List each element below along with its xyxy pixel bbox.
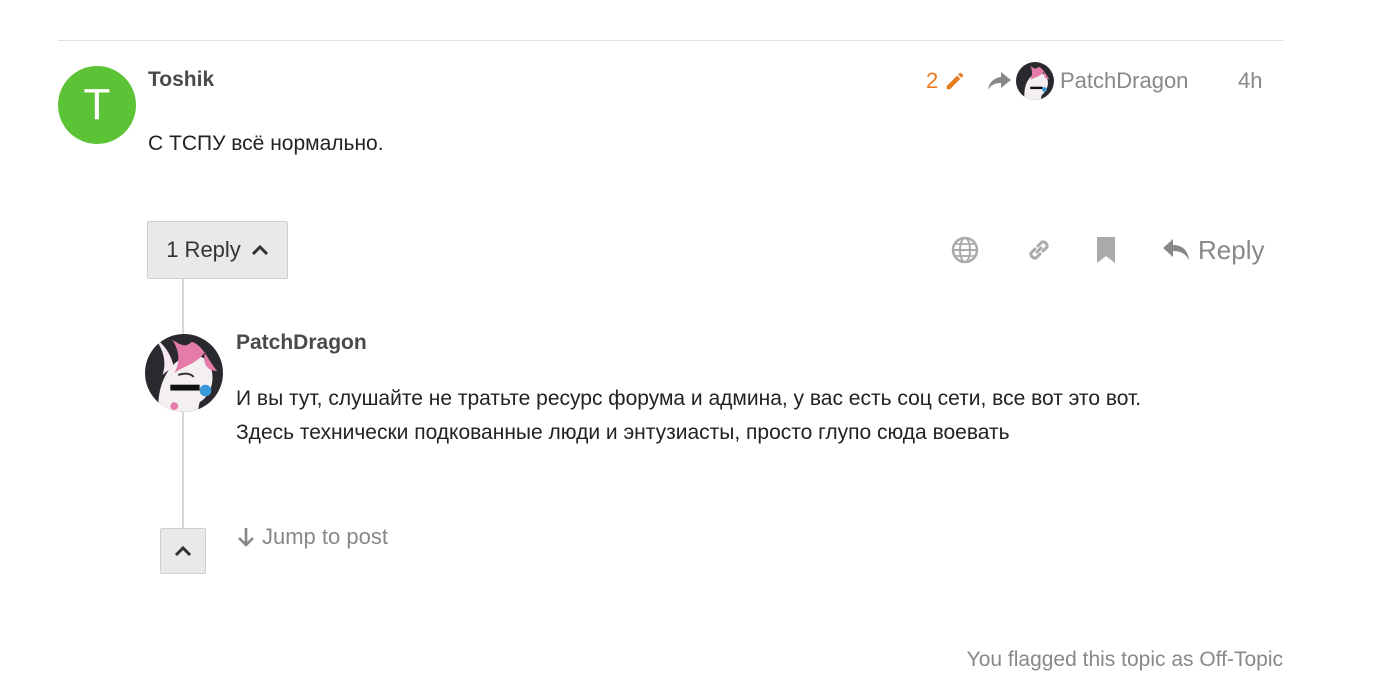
post-username[interactable]: Toshik	[148, 68, 214, 92]
globe-icon	[951, 236, 979, 264]
avatar-letter: T	[83, 80, 111, 129]
reply-content: И вы тут, слушайте не тратьте ресурс фор…	[236, 387, 1142, 444]
jump-label: Jump to post	[262, 524, 388, 549]
reply-label: Reply	[1198, 234, 1265, 265]
reply-to-avatar	[1016, 62, 1054, 100]
bookmark-icon	[1097, 237, 1115, 263]
reply-avatar[interactable]	[145, 334, 223, 412]
replies-count-label: 1 Reply	[166, 237, 241, 262]
reply-button[interactable]: Reply	[1162, 233, 1264, 267]
reply-to-tab[interactable]: PatchDragon	[986, 62, 1189, 100]
edit-count: 2	[926, 68, 939, 93]
copy-link-button[interactable]	[1024, 233, 1054, 267]
translate-button[interactable]	[950, 233, 980, 267]
link-icon	[1029, 240, 1049, 260]
chevron-up-icon	[174, 545, 192, 557]
reply-icon	[1163, 239, 1189, 260]
post-date[interactable]: 4h	[1238, 66, 1262, 96]
arrow-down-icon	[238, 528, 254, 547]
show-replies-button[interactable]: 1 Reply	[147, 221, 288, 279]
bookmark-button[interactable]	[1094, 233, 1118, 267]
chevron-up-icon	[251, 244, 268, 256]
edit-history-button[interactable]: 2	[926, 66, 966, 96]
avatar[interactable]: T	[58, 66, 136, 144]
post-divider	[58, 40, 1283, 41]
share-arrow-icon	[988, 72, 1011, 90]
collapse-replies-button[interactable]	[160, 528, 206, 574]
post-content: С ТСПУ всё нормально.	[148, 132, 384, 155]
jump-to-post-link[interactable]: Jump to post	[236, 522, 388, 552]
pencil-icon	[947, 72, 964, 90]
flag-notice: You flagged this topic as Off-Topic	[966, 648, 1283, 671]
reply-username[interactable]: PatchDragon	[236, 331, 367, 355]
reply-to-username: PatchDragon	[1060, 68, 1189, 93]
